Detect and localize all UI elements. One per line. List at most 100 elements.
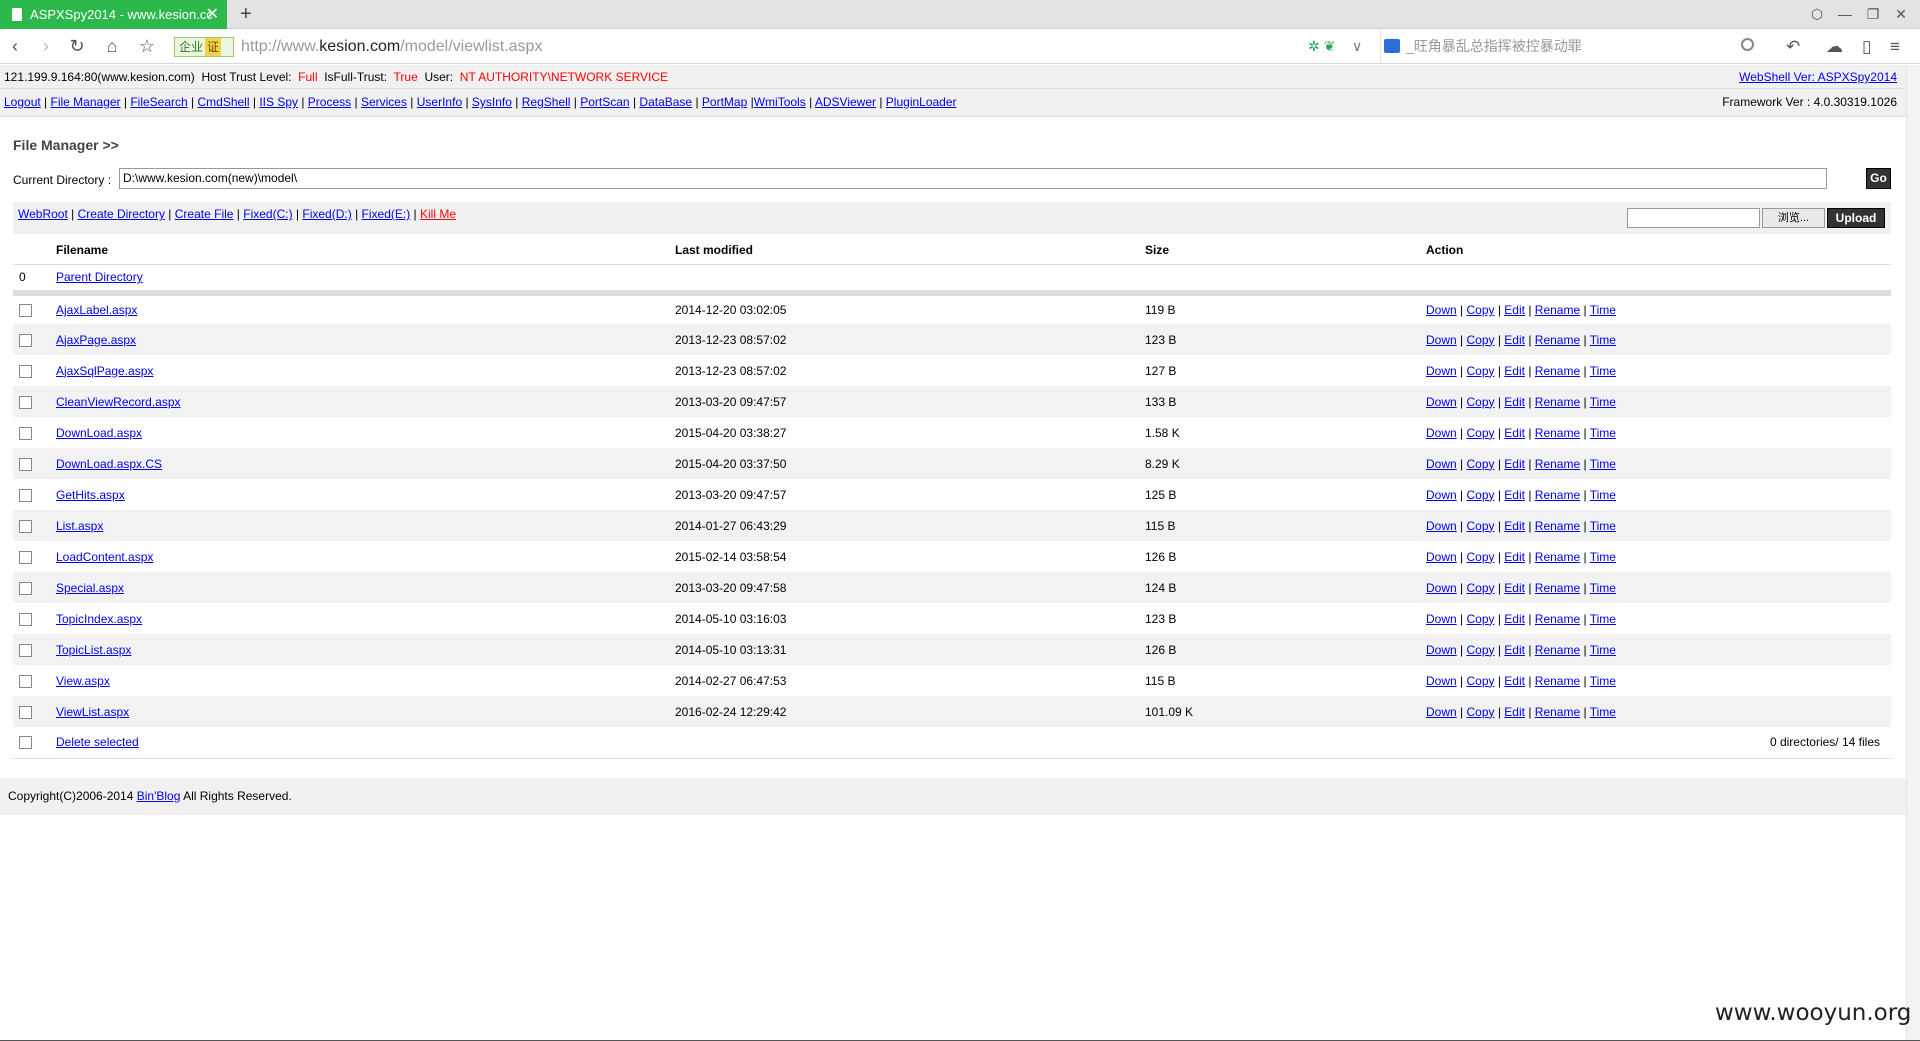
file-rename-link[interactable]: Rename [1535, 519, 1580, 533]
skin-icon[interactable]: ⬡ [1805, 0, 1829, 29]
file-down-link[interactable]: Down [1426, 426, 1457, 440]
file-down-link[interactable]: Down [1426, 333, 1457, 347]
browse-button[interactable]: 浏览... [1762, 208, 1825, 228]
minimize-icon[interactable]: — [1833, 0, 1857, 29]
home-icon[interactable]: ⌂ [99, 29, 125, 64]
file-time-link[interactable]: Time [1590, 519, 1616, 533]
file-rename-link[interactable]: Rename [1535, 303, 1580, 317]
file-copy-link[interactable]: Copy [1466, 303, 1494, 317]
file-checkbox[interactable] [19, 550, 32, 564]
file-name-link[interactable]: List.aspx [56, 519, 103, 533]
file-name-link[interactable]: DownLoad.aspx [56, 426, 142, 440]
file-name-link[interactable]: CleanViewRecord.aspx [56, 395, 181, 409]
menu-port-map[interactable]: PortMap [702, 95, 747, 109]
create-file-link[interactable]: Create File [175, 207, 234, 221]
file-copy-link[interactable]: Copy [1466, 643, 1494, 657]
restore-icon[interactable]: ❐ [1861, 0, 1885, 29]
file-copy-link[interactable]: Copy [1466, 674, 1494, 688]
search-box[interactable]: _旺角暴乱总指挥被控暴动罪 [1380, 29, 1770, 64]
file-name-link[interactable]: View.aspx [56, 674, 110, 688]
file-rename-link[interactable]: Rename [1535, 488, 1580, 502]
file-checkbox[interactable] [19, 612, 32, 626]
file-checkbox[interactable] [19, 426, 32, 440]
menu-wmi-tools[interactable]: WmiTools [754, 95, 806, 109]
file-name-link[interactable]: TopicList.aspx [56, 643, 131, 657]
cloud-icon[interactable]: ☁ [1826, 29, 1843, 64]
menu-icon[interactable]: ≡ [1890, 29, 1900, 64]
file-copy-link[interactable]: Copy [1466, 426, 1494, 440]
file-time-link[interactable]: Time [1590, 581, 1616, 595]
file-copy-link[interactable]: Copy [1466, 550, 1494, 564]
file-checkbox[interactable] [19, 395, 32, 409]
file-down-link[interactable]: Down [1426, 488, 1457, 502]
menu-database[interactable]: DataBase [639, 95, 692, 109]
reload-icon[interactable]: ↻ [64, 29, 90, 64]
file-checkbox[interactable] [19, 674, 32, 688]
menu-port-scan[interactable]: PortScan [580, 95, 629, 109]
menu-user-info[interactable]: UserInfo [417, 95, 462, 109]
file-name-link[interactable]: LoadContent.aspx [56, 550, 153, 564]
menu-iis-spy[interactable]: IIS Spy [259, 95, 298, 109]
kill-me-link[interactable]: Kill Me [420, 207, 456, 221]
file-down-link[interactable]: Down [1426, 303, 1457, 317]
file-name-link[interactable]: AjaxLabel.aspx [56, 303, 137, 317]
file-down-link[interactable]: Down [1426, 705, 1457, 719]
file-edit-link[interactable]: Edit [1504, 705, 1525, 719]
menu-reg-shell[interactable]: RegShell [522, 95, 571, 109]
file-edit-link[interactable]: Edit [1504, 457, 1525, 471]
file-checkbox[interactable] [19, 488, 32, 502]
file-down-link[interactable]: Down [1426, 364, 1457, 378]
file-time-link[interactable]: Time [1590, 303, 1616, 317]
speedup-icon[interactable]: ✲ ❦ [1308, 29, 1335, 64]
menu-plugin-loader[interactable]: PluginLoader [886, 95, 957, 109]
file-edit-link[interactable]: Edit [1504, 581, 1525, 595]
menu-ads-viewer[interactable]: ADSViewer [815, 95, 876, 109]
file-edit-link[interactable]: Edit [1504, 643, 1525, 657]
file-rename-link[interactable]: Rename [1535, 395, 1580, 409]
file-rename-link[interactable]: Rename [1535, 457, 1580, 471]
forward-icon[interactable]: › [33, 29, 59, 64]
file-copy-link[interactable]: Copy [1466, 488, 1494, 502]
drive-d-link[interactable]: Fixed(D:) [302, 207, 351, 221]
file-rename-link[interactable]: Rename [1535, 705, 1580, 719]
file-edit-link[interactable]: Edit [1504, 303, 1525, 317]
security-badge[interactable]: 企业证 [174, 37, 234, 57]
file-down-link[interactable]: Down [1426, 550, 1457, 564]
file-name-link[interactable]: GetHits.aspx [56, 488, 125, 502]
file-down-link[interactable]: Down [1426, 643, 1457, 657]
file-rename-link[interactable]: Rename [1535, 581, 1580, 595]
file-time-link[interactable]: Time [1590, 395, 1616, 409]
file-rename-link[interactable]: Rename [1535, 426, 1580, 440]
file-checkbox[interactable] [19, 364, 32, 378]
file-edit-link[interactable]: Edit [1504, 519, 1525, 533]
file-time-link[interactable]: Time [1590, 426, 1616, 440]
file-edit-link[interactable]: Edit [1504, 550, 1525, 564]
file-edit-link[interactable]: Edit [1504, 426, 1525, 440]
menu-process[interactable]: Process [308, 95, 351, 109]
file-rename-link[interactable]: Rename [1535, 333, 1580, 347]
webroot-link[interactable]: WebRoot [18, 207, 68, 221]
tab-close-icon[interactable]: ✕ [206, 0, 219, 29]
file-checkbox[interactable] [19, 519, 32, 533]
delete-selected-link[interactable]: Delete selected [56, 735, 139, 749]
go-button[interactable]: Go [1866, 168, 1891, 189]
file-down-link[interactable]: Down [1426, 581, 1457, 595]
file-time-link[interactable]: Time [1590, 705, 1616, 719]
file-edit-link[interactable]: Edit [1504, 333, 1525, 347]
parent-directory-link[interactable]: Parent Directory [56, 270, 143, 284]
file-time-link[interactable]: Time [1590, 333, 1616, 347]
file-down-link[interactable]: Down [1426, 612, 1457, 626]
menu-cmd-shell[interactable]: CmdShell [197, 95, 249, 109]
file-name-link[interactable]: DownLoad.aspx.CS [56, 457, 162, 471]
file-rename-link[interactable]: Rename [1535, 674, 1580, 688]
webshell-version-link[interactable]: WebShell Ver: ASPXSpy2014 [1739, 70, 1897, 84]
bookmark-icon[interactable]: ▯ [1862, 29, 1871, 64]
file-down-link[interactable]: Down [1426, 674, 1457, 688]
file-edit-link[interactable]: Edit [1504, 488, 1525, 502]
file-time-link[interactable]: Time [1590, 457, 1616, 471]
create-directory-link[interactable]: Create Directory [78, 207, 165, 221]
file-copy-link[interactable]: Copy [1466, 581, 1494, 595]
file-copy-link[interactable]: Copy [1466, 364, 1494, 378]
address-dropdown-icon[interactable]: ∨ [1352, 29, 1362, 64]
binblog-link[interactable]: Bin'Blog [137, 789, 181, 803]
